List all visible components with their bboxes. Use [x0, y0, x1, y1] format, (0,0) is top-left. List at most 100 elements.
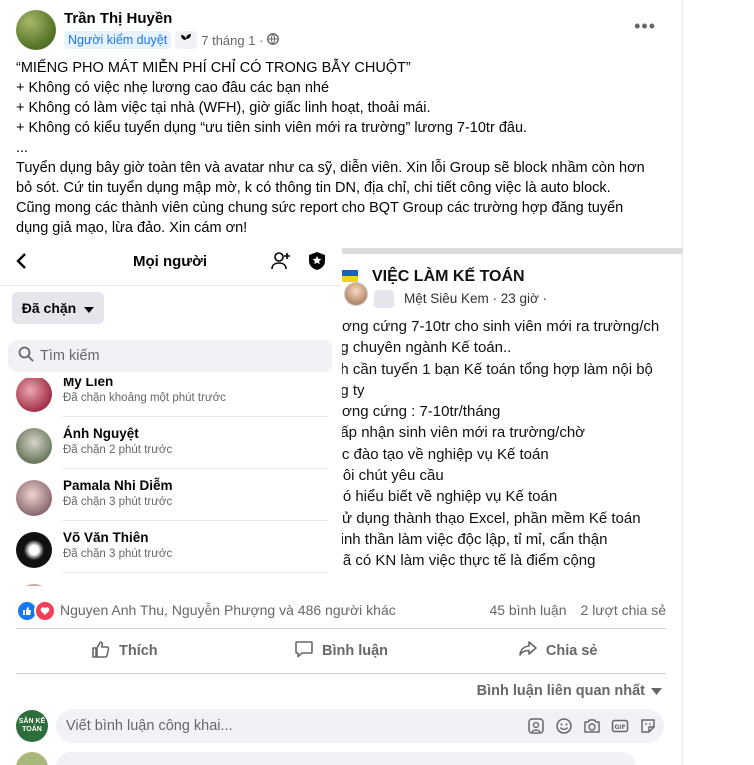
- divider: [63, 520, 328, 521]
- post-text: “MIẾNG PHO MÁT MIỄN PHÍ CHỈ CÓ TRONG BẪY…: [16, 58, 666, 238]
- search-placeholder: Tìm kiếm: [40, 348, 100, 364]
- add-person-icon: [270, 250, 292, 277]
- group-title: VIỆC LÀM KẾ TOÁN: [372, 268, 525, 285]
- post-line: bỏ sót. Cứ tin tuyển dụng mập mờ, k có t…: [16, 180, 611, 196]
- post-line: ...: [16, 140, 29, 156]
- comment-count[interactable]: 45 bình luận: [489, 602, 566, 618]
- composer-icons: GIF: [526, 716, 658, 736]
- reactions[interactable]: [16, 600, 56, 622]
- comment-bubble: [56, 752, 636, 765]
- chip-label: Đã chặn: [21, 300, 77, 316]
- sprout-badge-icon[interactable]: [175, 31, 198, 49]
- job-post-author: Mệt Siêu Kem · 23 giờ ·: [404, 291, 548, 306]
- caret-down-icon: [651, 683, 662, 699]
- list-item: Võ Văn Thiên Đã chặn 3 phút trước: [16, 528, 336, 578]
- job-line: ng chuyên ngành Kế toán..: [342, 339, 512, 357]
- divider: [63, 416, 328, 417]
- shield-star-icon: [306, 250, 328, 277]
- list-item: Ánh Nguyệt Đã chặn 2 phút trước: [16, 424, 336, 474]
- avatar: [16, 428, 52, 464]
- post-line: “MIẾNG PHO MÁT MIỄN PHÍ CHỈ CÓ TRONG BẪY…: [16, 60, 411, 76]
- list-item: [16, 580, 336, 586]
- blocked-time: Đã chặn 3 phút trước: [63, 548, 173, 560]
- divider: [16, 673, 666, 674]
- next-comment-preview: [16, 752, 666, 765]
- job-line: ợc đào tạo về nghiệp vụ Kế toán: [342, 445, 549, 463]
- share-count[interactable]: 2 lượt chia sẻ: [581, 602, 666, 618]
- job-line: ng ty: [342, 381, 365, 399]
- blocked-time: Đã chặn khoảng một phút trước: [63, 392, 226, 404]
- author-avatar[interactable]: [16, 10, 56, 50]
- job-line: Tinh thần làm việc độc lập, tỉ mỉ, cẩn t…: [342, 530, 608, 548]
- people-search: Tìm kiếm: [8, 340, 332, 372]
- person-name: My Lien: [63, 378, 114, 389]
- post-line: + Không có việc nhẹ lương cao đâu các bạ…: [16, 80, 330, 96]
- thumbs-up-icon: [91, 639, 111, 663]
- job-line: nh cần tuyển 1 bạn Kế toán tổng hợp làm …: [342, 360, 653, 378]
- flag-icon: [342, 270, 358, 282]
- globe-icon: [267, 32, 280, 48]
- camera-icon[interactable]: [582, 716, 602, 736]
- post-header: Trần Thị Huyền Người kiểm duyệt 7 tháng …: [16, 8, 666, 52]
- post-images[interactable]: Mọi người Đã chặn Tìm kiếm My Lien Đã ch…: [0, 248, 682, 586]
- action-bar: Thích Bình luận Chia sẻ: [16, 632, 666, 670]
- screenshot-topbar: [342, 248, 682, 254]
- post-line: Cũng mong các thành viên cùng chung sức …: [16, 200, 624, 216]
- job-line: Sử dụng thành thạo Excel, phần mềm Kế to…: [342, 509, 641, 527]
- comment-label: Bình luận: [321, 643, 389, 659]
- likers-text[interactable]: Nguyen Anh Thu, Nguyễn Phượng và 486 ngư…: [60, 602, 396, 618]
- people-list: My Lien Đã chặn khoảng một phút trước Án…: [0, 378, 340, 586]
- emoji-icon[interactable]: [554, 716, 574, 736]
- job-post-screenshot[interactable]: VIỆC LÀM KẾ TOÁN Mệt Siêu Kem · 23 giờ ·…: [342, 248, 682, 586]
- post-card: Trần Thị Huyền Người kiểm duyệt 7 tháng …: [0, 0, 683, 765]
- post-line: + Không có kiểu tuyển dụng “ưu tiên sinh…: [16, 120, 528, 136]
- avatar: [16, 584, 52, 586]
- post-time[interactable]: 7 tháng 1 ·: [201, 33, 263, 48]
- comment-button[interactable]: Bình luận: [233, 632, 450, 670]
- post-line: dụng giả mạo, lừa đảo. Xin cám ơn!: [16, 220, 248, 236]
- commenter-avatar[interactable]: SĂN KẾ TOÁN: [16, 710, 48, 742]
- job-post-text: ương cứng 7-10tr cho sinh viên mới ra tr…: [342, 316, 682, 572]
- job-line: hấp nhận sinh viên mới ra trường/chờ: [342, 424, 586, 442]
- like-button[interactable]: Thích: [16, 632, 233, 670]
- divider: [16, 628, 666, 629]
- fan-badge-icon: [374, 290, 394, 308]
- blocked-time: Đã chặn 3 phút trước: [63, 496, 173, 508]
- avatar: [16, 378, 52, 412]
- commenter-avatar-text: SĂN KẾ TOÁN: [18, 718, 46, 733]
- comment-bubble-icon: [294, 639, 314, 663]
- list-item: Pamala Nhi Diễm Đã chặn 3 phút trước: [16, 476, 336, 526]
- author-name[interactable]: Trần Thị Huyền: [64, 10, 172, 27]
- gif-icon[interactable]: GIF: [610, 716, 630, 736]
- svg-text:GIF: GIF: [614, 724, 625, 731]
- avatar-sticker-icon[interactable]: [526, 716, 546, 736]
- moderator-badge[interactable]: Người kiểm duyệt: [64, 31, 172, 49]
- avatar: [16, 752, 48, 765]
- share-arrow-icon: [518, 639, 538, 663]
- divider: [63, 468, 328, 469]
- post-line: + Không có làm việc tại nhà (WFH), giờ g…: [16, 100, 431, 116]
- share-button[interactable]: Chia sẻ: [449, 632, 666, 670]
- more-options-icon[interactable]: •••: [634, 16, 656, 37]
- job-line: ương cứng : 7-10tr/tháng: [342, 403, 501, 421]
- comment-placeholder: Viết bình luận công khai...: [66, 718, 233, 734]
- like-label: Thích: [119, 643, 158, 659]
- avatar: [16, 480, 52, 516]
- blocked-list-screenshot[interactable]: Mọi người Đã chặn Tìm kiếm My Lien Đã ch…: [0, 248, 340, 586]
- avatar: [344, 282, 368, 306]
- sticker-icon[interactable]: [638, 716, 658, 736]
- search-icon: [18, 346, 34, 366]
- comment-input[interactable]: Viết bình luận công khai... GIF: [56, 709, 664, 743]
- job-line: ương cứng 7-10tr cho sinh viên mới ra tr…: [342, 318, 660, 335]
- divider: [0, 285, 340, 286]
- avatar: [16, 532, 52, 568]
- divider: [63, 572, 328, 573]
- job-line: Đã có KN làm việc thực tế là điểm cộng: [342, 552, 596, 570]
- counts: 45 bình luận 2 lượt chia sẻ: [489, 602, 666, 618]
- person-name: Pamala Nhi Diễm: [63, 478, 173, 493]
- comment-sort-dropdown[interactable]: Bình luận liên quan nhất: [477, 683, 662, 699]
- list-item: My Lien Đã chặn khoảng một phút trước: [16, 378, 336, 422]
- blocked-filter-chip: Đã chặn: [12, 292, 104, 324]
- blocked-time: Đã chặn 2 phút trước: [63, 444, 173, 456]
- job-line: Đôi chút yêu cầu: [342, 467, 444, 485]
